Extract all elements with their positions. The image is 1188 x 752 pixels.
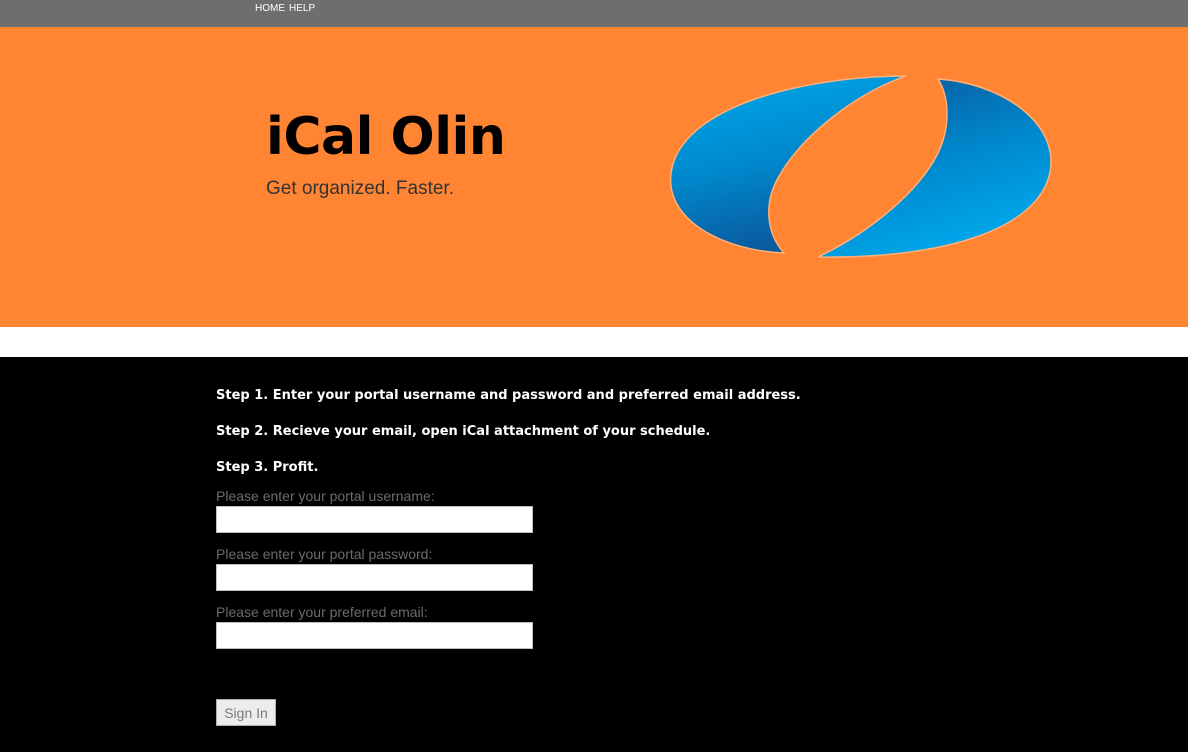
sign-in-button[interactable]: Sign In [216,699,276,726]
step-3-text: Step 3. Profit. [216,460,319,475]
step-2-text: Step 2. Recieve your email, open iCal at… [216,424,711,439]
top-navigation-bar: HOME HELP [0,0,1188,27]
nav-links: HOME HELP [255,3,315,14]
step-1-text: Step 1. Enter your portal username and p… [216,388,801,403]
password-label: Please enter your portal password: [216,546,433,562]
email-field[interactable] [216,622,533,649]
username-label: Please enter your portal username: [216,488,435,504]
site-title: iCal Olin [266,107,506,167]
blue-split-oval-logo-icon [669,75,1052,258]
username-field[interactable] [216,506,533,533]
password-field[interactable] [216,564,533,591]
email-label: Please enter your preferred email: [216,604,428,620]
main-content: Step 1. Enter your portal username and p… [0,357,1188,752]
site-tagline: Get organized. Faster. [266,178,454,199]
white-divider-band [0,327,1188,357]
nav-home-link[interactable]: HOME [255,3,285,14]
hero-banner: iCal Olin Get organized. Faster. [0,27,1188,327]
nav-help-link[interactable]: HELP [289,3,315,14]
